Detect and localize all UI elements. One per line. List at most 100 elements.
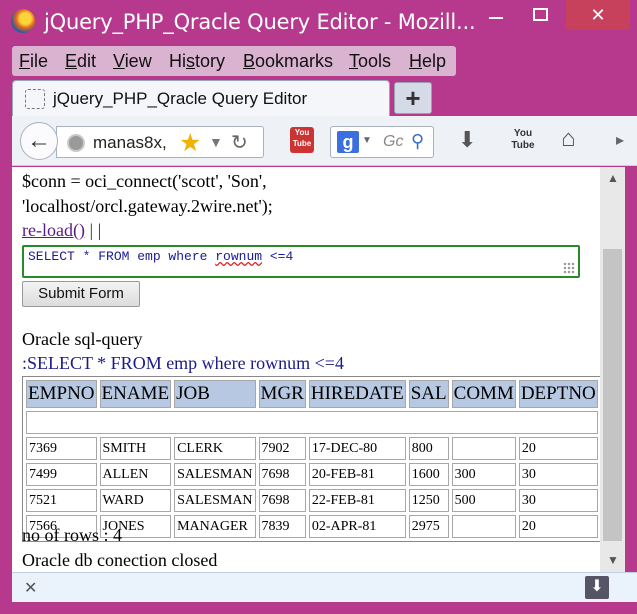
menu-history[interactable]: History [169, 51, 225, 72]
resize-grip-icon[interactable] [563, 262, 575, 274]
url-text[interactable]: manas8x, [93, 133, 167, 153]
google-icon[interactable]: g [337, 131, 359, 153]
menu-bar: File Edit View History Bookmarks Tools H… [12, 46, 456, 76]
minimize-icon [489, 17, 503, 19]
table-cell: WARD [99, 489, 172, 512]
menu-bookmarks[interactable]: Bookmarks [243, 51, 333, 72]
menu-accel: H [409, 51, 422, 71]
download-arrow-icon[interactable]: ⬇ [585, 576, 609, 599]
menu-label: ookmarks [255, 51, 334, 71]
title-bar[interactable]: jQuery_PHP_Qracle Query Editor - Mozill.… [0, 0, 637, 44]
reload-icon[interactable]: ↻ [231, 130, 248, 155]
vertical-scrollbar[interactable]: ▲ ▼ [600, 167, 625, 572]
menu-help[interactable]: Help [409, 51, 446, 72]
spacer-row [26, 411, 598, 434]
url-bar[interactable]: manas8x, ★ ▼ ↻ [56, 126, 264, 158]
sql-query-textarea[interactable]: SELECT * FROM emp where rownum <=4 [22, 245, 580, 278]
reload-link[interactable]: re-load() [22, 220, 85, 240]
menu-tools[interactable]: Tools [349, 51, 391, 72]
table-cell: 1250 [408, 489, 449, 512]
page-content: $conn = oci_connect('scott', 'Son', 'loc… [12, 167, 600, 572]
scrollbar-thumb[interactable] [603, 249, 622, 541]
new-tab-button[interactable]: + [394, 82, 432, 114]
scroll-down-icon[interactable]: ▼ [607, 553, 619, 567]
table-cell [451, 515, 516, 538]
table-cell: 7521 [26, 489, 97, 512]
bookmark-star-icon[interactable]: ★ [179, 128, 201, 158]
menu-accel: s [186, 51, 195, 71]
menu-view[interactable]: View [113, 51, 152, 72]
menu-edit[interactable]: Edit [65, 51, 96, 72]
column-header: SAL [408, 380, 449, 408]
column-header: EMPNO [26, 380, 97, 408]
table-cell: 800 [408, 437, 449, 460]
tab-active[interactable]: jQuery_PHP_Qracle Query Editor [12, 80, 390, 117]
reload-line: re-load() | | [22, 220, 101, 241]
table-cell: CLERK [174, 437, 256, 460]
submit-form-button[interactable]: Submit Form [22, 281, 140, 307]
table-cell: 30 [518, 489, 598, 512]
table-cell: 7369 [26, 437, 97, 460]
home-icon[interactable]: ⌂ [561, 125, 576, 153]
minimize-button[interactable] [474, 0, 518, 30]
maximize-icon [533, 8, 548, 21]
navigation-toolbar: manas8x, ★ ▼ ↻ ← You Tube g ▼ Gc ⚲ ⬇ You… [12, 116, 637, 166]
menu-label: tory [195, 51, 226, 71]
connection-closed-message: Oracle db conection closed [22, 550, 218, 570]
menu-file[interactable]: File [19, 51, 48, 72]
youtube-icon[interactable]: You Tube [510, 128, 536, 154]
overflow-icon[interactable]: ▸ [616, 130, 624, 150]
downloads-icon[interactable]: ⬇ [458, 127, 476, 153]
table-cell: 7698 [258, 489, 306, 512]
query-misspelled-word: rownum [215, 249, 263, 264]
menu-label: Hi [169, 51, 186, 71]
results-table: EMPNO ENAME JOB MGR HIREDATE SAL COMM DE… [22, 376, 600, 542]
url-dropdown-icon[interactable]: ▼ [209, 134, 223, 150]
column-header: ENAME [99, 380, 172, 408]
row-count: no of rows : 4 [22, 525, 122, 545]
search-input[interactable]: Gc [383, 133, 403, 151]
table-cell: 30 [518, 463, 598, 486]
menu-accel: T [349, 51, 358, 71]
site-identity-icon[interactable] [67, 134, 85, 152]
scroll-up-icon[interactable]: ▲ [607, 171, 619, 185]
query-echo: :SELECT * FROM emp where rownum <=4 [22, 353, 344, 373]
menu-accel: F [19, 51, 30, 71]
menu-label: dit [77, 51, 97, 71]
page-favicon-icon [25, 89, 45, 109]
table-cell: 20 [518, 437, 598, 460]
table-cell: 7839 [258, 515, 306, 538]
table-header-row: EMPNO ENAME JOB MGR HIREDATE SAL COMM DE… [26, 380, 598, 408]
search-engine-dropdown-icon[interactable]: ▼ [362, 135, 372, 146]
table-row: 7499 ALLEN SALESMAN 7698 20-FEB-81 1600 … [26, 463, 598, 486]
column-header: COMM [451, 380, 516, 408]
menu-label: iew [124, 51, 152, 71]
table-cell: 20 [518, 515, 598, 538]
table-cell: 500 [451, 489, 516, 512]
menu-label: ile [30, 51, 49, 71]
search-box[interactable]: g ▼ Gc ⚲ [330, 126, 434, 158]
column-header: MGR [258, 380, 306, 408]
search-icon[interactable]: ⚲ [411, 131, 424, 152]
menu-accel: B [243, 51, 256, 71]
tab-title: jQuery_PHP_Qracle Query Editor [53, 89, 308, 108]
table-row: 7521 WARD SALESMAN 7698 22-FEB-81 1250 5… [26, 489, 598, 512]
youtube-addon-icon[interactable]: You Tube [290, 127, 314, 153]
window-title: jQuery_PHP_Qracle Query Editor - Mozill.… [44, 10, 476, 34]
column-header: JOB [174, 380, 256, 408]
menu-accel: E [65, 51, 78, 71]
close-icon[interactable]: ✕ [24, 578, 37, 598]
maximize-button[interactable] [518, 0, 562, 30]
menu-label: elp [422, 51, 447, 71]
spacer-cell [26, 411, 598, 434]
table-cell: SMITH [99, 437, 172, 460]
browser-window: jQuery_PHP_Qracle Query Editor - Mozill.… [0, 0, 637, 614]
table-cell: ALLEN [99, 463, 172, 486]
table-cell: 300 [451, 463, 516, 486]
menu-accel: V [113, 51, 125, 71]
table-cell [451, 437, 516, 460]
download-status-bar: ✕ ⬇ [12, 572, 637, 602]
table-cell: 7698 [258, 463, 306, 486]
close-window-button[interactable]: ✕ [566, 0, 630, 30]
back-button[interactable]: ← [20, 122, 58, 160]
